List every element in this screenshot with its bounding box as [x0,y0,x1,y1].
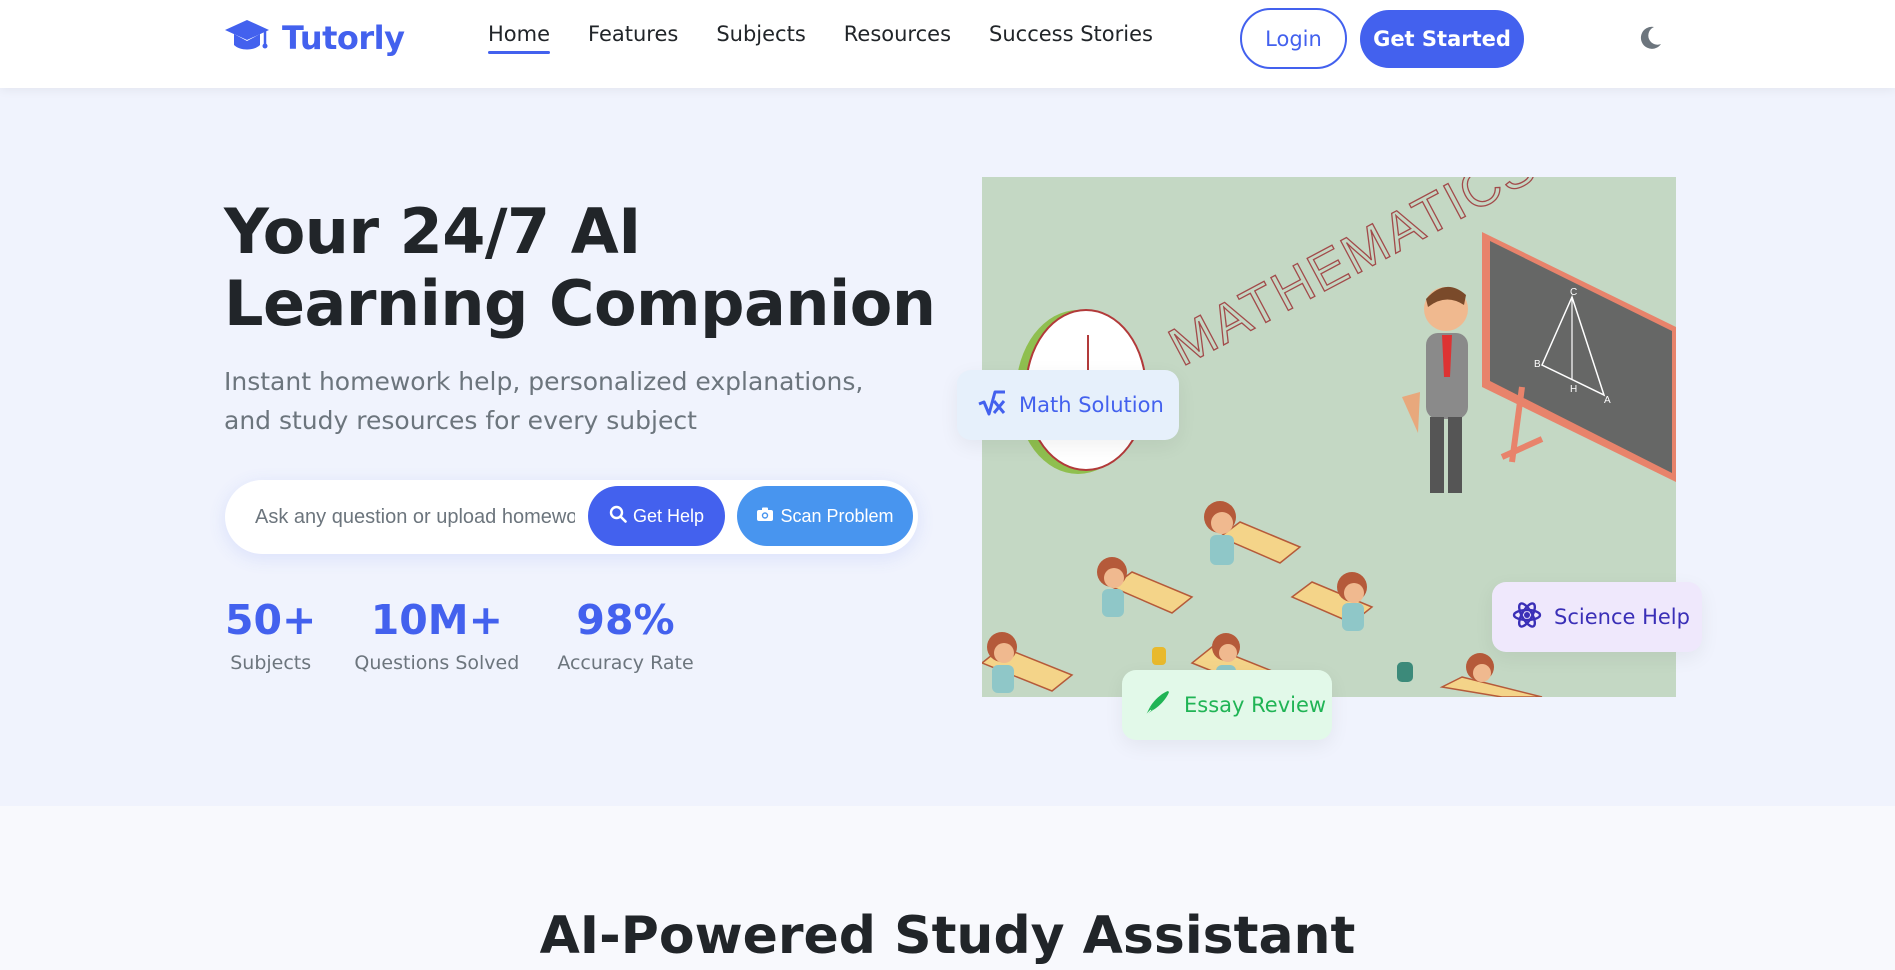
brand-logo[interactable]: Tutorly [224,18,405,58]
stat-value: 10M+ [370,596,503,644]
stat-accuracy-rate: 98% Accuracy Rate [557,596,693,674]
nav-success-stories[interactable]: Success Stories [989,22,1153,54]
scan-problem-button[interactable]: Scan Problem [737,486,913,546]
hero-subtitle: Instant homework help, personalized expl… [224,367,864,435]
stat-label: Accuracy Rate [557,652,694,674]
chip-label: Math Solution [1019,393,1164,417]
get-help-button[interactable]: Get Help [588,486,725,546]
brand-name: Tutorly [282,19,405,57]
stat-value: 50+ [225,596,317,644]
search-icon [609,505,627,528]
stat-label: Subjects [230,652,312,674]
main-nav: Home Features Subjects Resources Success… [488,22,1153,54]
camera-icon [756,505,774,528]
triangle-label: C [1570,287,1577,298]
scan-problem-label: Scan Problem [780,505,894,526]
stat-label: Questions Solved [354,652,520,674]
atom-icon [1512,600,1542,635]
question-input[interactable] [255,498,575,536]
nav-subjects[interactable]: Subjects [716,22,805,54]
triangle-label: B [1534,359,1541,370]
stat-value: 98% [576,596,675,644]
triangle-label: A [1604,395,1611,406]
nav-home[interactable]: Home [488,22,551,54]
login-button[interactable]: Login [1240,8,1347,69]
chip-label: Essay Review [1184,693,1327,717]
study-assistant-section: AI-Powered Study Assistant [0,806,1895,970]
get-help-label: Get Help [632,505,705,526]
square-root-icon [977,388,1007,423]
chip-label: Science Help [1554,605,1690,629]
question-search-box: Get Help Scan Problem [225,480,918,554]
stat-subjects: 50+ Subjects [225,596,316,674]
math-solution-chip[interactable]: Math Solution [957,370,1179,440]
pen-icon [1142,688,1172,723]
essay-review-chip[interactable]: Essay Review [1122,670,1332,740]
nav-resources[interactable]: Resources [844,22,951,54]
nav-features[interactable]: Features [588,22,678,54]
stat-questions-solved: 10M+ Questions Solved [354,596,519,674]
triangle-label: H [1570,384,1577,395]
navbar: Tutorly Home Features Subjects Resources… [0,0,1895,88]
science-help-chip[interactable]: Science Help [1492,582,1702,652]
moon-icon[interactable] [1636,24,1664,52]
graduation-cap-icon [224,18,270,58]
hero-stats: 50+ Subjects 10M+ Questions Solved 98% A… [225,596,694,674]
hero-section: Your 24/7 AI Learning Companion Instant … [0,88,1895,806]
section-title: AI-Powered Study Assistant [539,906,1356,966]
get-started-button[interactable]: Get Started [1360,10,1524,68]
hero-title: Your 24/7 AI Learning Companion [224,195,936,340]
